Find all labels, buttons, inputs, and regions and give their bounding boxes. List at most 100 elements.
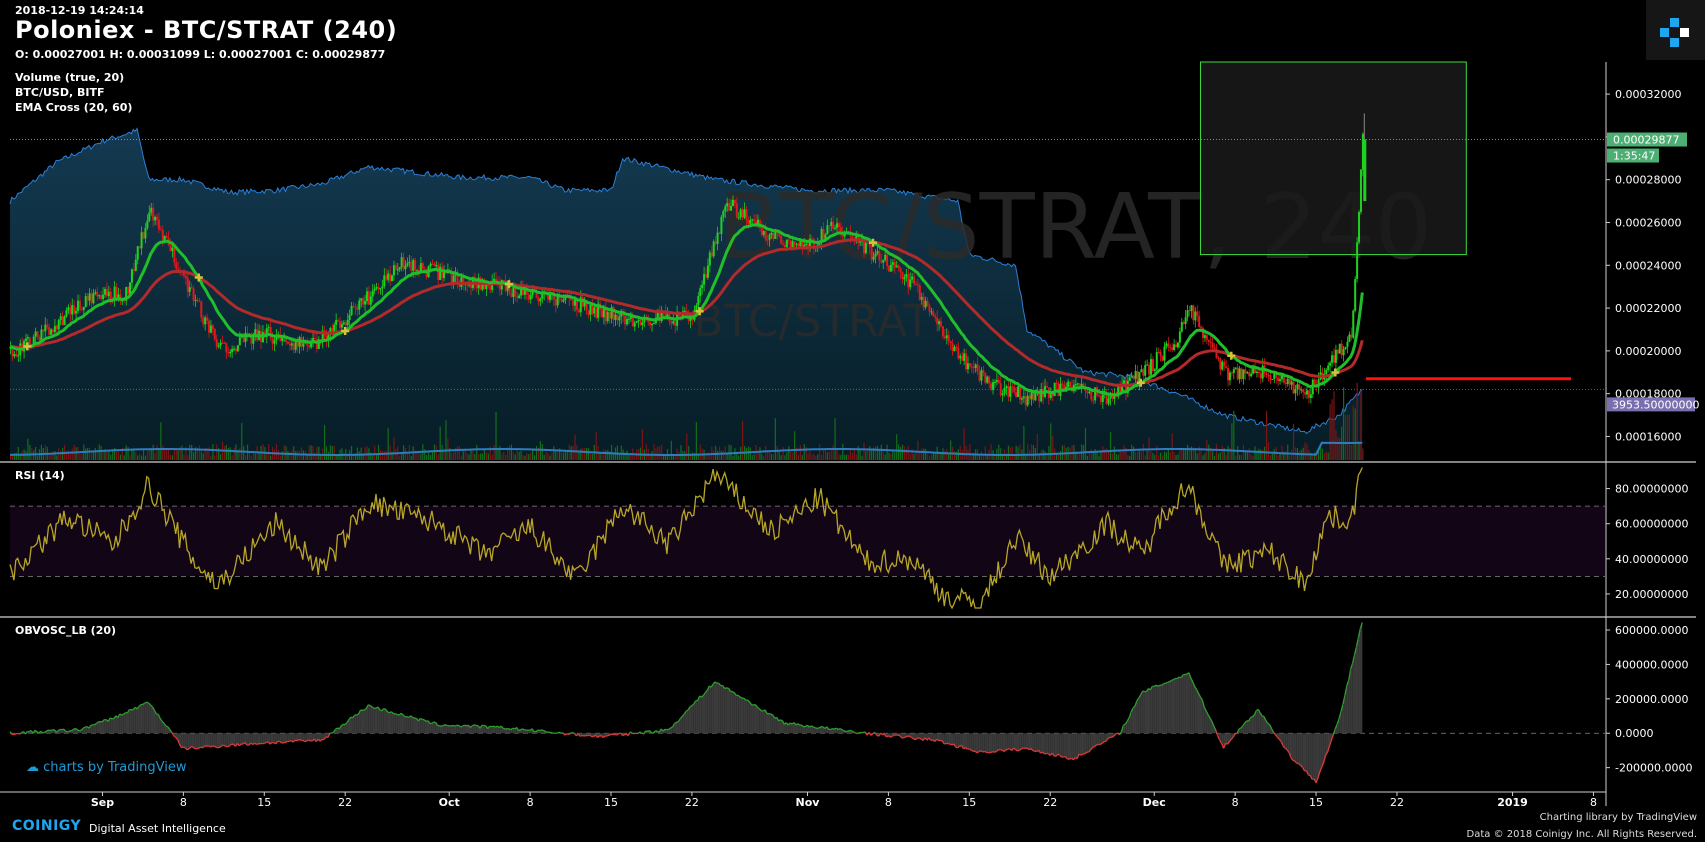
volume-bar (578, 452, 580, 460)
volume-bar (716, 450, 719, 460)
obv-area-segment (738, 695, 741, 734)
volume-bar (819, 444, 821, 460)
chart-canvas[interactable]: BTC/STRAT, 240BTC/STRAT0.000320000.00030… (0, 0, 1705, 842)
obv-area-segment (740, 696, 742, 734)
volume-bar (485, 452, 488, 460)
obv-area-segment (1167, 681, 1170, 734)
obv-area-segment (1177, 677, 1180, 734)
obv-axis-label: 200000.0000 (1615, 693, 1688, 706)
coinigy-logo-icon[interactable] (1646, 0, 1705, 60)
candle-body (749, 220, 752, 224)
volume-bar (119, 454, 122, 460)
volume-bar (270, 455, 272, 460)
obv-area-segment (256, 733, 259, 745)
candle-body (810, 238, 813, 240)
volume-bar (788, 446, 790, 460)
indicator-obv-label[interactable]: OBVOSC_LB (20) (15, 624, 116, 637)
obv-area-segment (223, 733, 226, 747)
volume-bar (44, 445, 46, 460)
volume-bar (310, 445, 312, 460)
candle-body (233, 348, 236, 350)
obv-area-segment (393, 713, 396, 734)
obv-area-segment (1004, 733, 1006, 752)
candle-body (793, 241, 796, 245)
volume-bar (508, 445, 511, 460)
candle-body (335, 320, 338, 325)
footer-brand[interactable]: COINIGY (12, 818, 81, 834)
candle-body (547, 294, 550, 300)
volume-bar (216, 444, 218, 460)
candle-body (365, 291, 368, 302)
volume-bar (1096, 452, 1098, 460)
obv-area-segment (395, 713, 398, 734)
obv-line-segment (778, 719, 781, 722)
obv-area-segment (763, 709, 766, 734)
candle-body (1302, 389, 1305, 393)
volume-bar (564, 450, 566, 460)
volume-bar (1202, 455, 1204, 460)
obv-line-segment (903, 736, 906, 739)
volume-bar (1298, 450, 1300, 460)
obv-area-segment (697, 696, 700, 734)
obv-area-segment (366, 704, 369, 734)
obv-area-segment (131, 709, 134, 734)
candle-body (1067, 381, 1070, 387)
indicator-volume-label[interactable]: Volume (true, 20) (15, 71, 124, 84)
obv-area-segment (1158, 685, 1160, 734)
candle-body (57, 320, 60, 330)
volume-bar (1327, 452, 1329, 460)
volume-bar (1134, 452, 1137, 460)
obv-area-segment (127, 709, 130, 734)
obv-area-segment (973, 733, 976, 752)
candle-body (182, 273, 185, 276)
volume-bar (1173, 452, 1175, 460)
volume-bar (478, 453, 480, 460)
volume-bar (1219, 452, 1221, 460)
obv-area-segment (277, 733, 280, 742)
candle-body (385, 275, 388, 280)
obv-area-segment (121, 713, 124, 734)
candle-body (157, 219, 160, 230)
volume-bar (892, 451, 894, 460)
obv-line-segment (1119, 731, 1123, 736)
volume-bar (1233, 410, 1235, 460)
candle-body (1292, 381, 1295, 394)
obv-area-segment (397, 714, 400, 734)
volume-bar (1100, 451, 1102, 460)
indicator-ema-label[interactable]: EMA Cross (20, 60) (15, 101, 132, 114)
candle-body (406, 263, 409, 266)
obv-area-segment (133, 707, 136, 734)
obv-line-segment (1155, 684, 1159, 687)
obv-area-segment (780, 719, 783, 734)
candle-body (1182, 322, 1185, 324)
candle-body (25, 338, 28, 341)
candle-body (1340, 343, 1343, 356)
volume-bar (865, 451, 867, 460)
candle-body (516, 296, 519, 299)
obv-line-segment (227, 745, 230, 748)
obv-line-segment (73, 727, 76, 730)
candle-body (77, 300, 80, 311)
candle-body (65, 310, 68, 317)
indicator-rsi-label[interactable]: RSI (14) (15, 469, 65, 482)
obv-area-segment (208, 733, 211, 747)
tradingview-badge[interactable]: ☁ charts by TradingView (26, 760, 186, 775)
obv-line-segment (1165, 681, 1169, 684)
volume-bar (1256, 452, 1258, 460)
candle-body (1142, 369, 1145, 376)
volume-bar (1117, 454, 1119, 460)
footer-charting-library[interactable]: Charting library by TradingView (1540, 812, 1697, 823)
volume-bar (123, 455, 125, 460)
candle-body (593, 307, 596, 314)
volume-bar (1152, 452, 1154, 460)
obv-line-segment (383, 707, 386, 710)
obv-area-segment (368, 704, 371, 734)
candle-body (1363, 139, 1367, 202)
obv-area-segment (410, 715, 413, 734)
obv-area-segment (272, 733, 274, 743)
indicator-overlay-label[interactable]: BTC/USD, BITF (15, 86, 104, 99)
volume-bar (595, 431, 597, 460)
volume-bar (1106, 448, 1108, 460)
candle-body (184, 275, 187, 279)
volume-bar (1133, 446, 1135, 460)
